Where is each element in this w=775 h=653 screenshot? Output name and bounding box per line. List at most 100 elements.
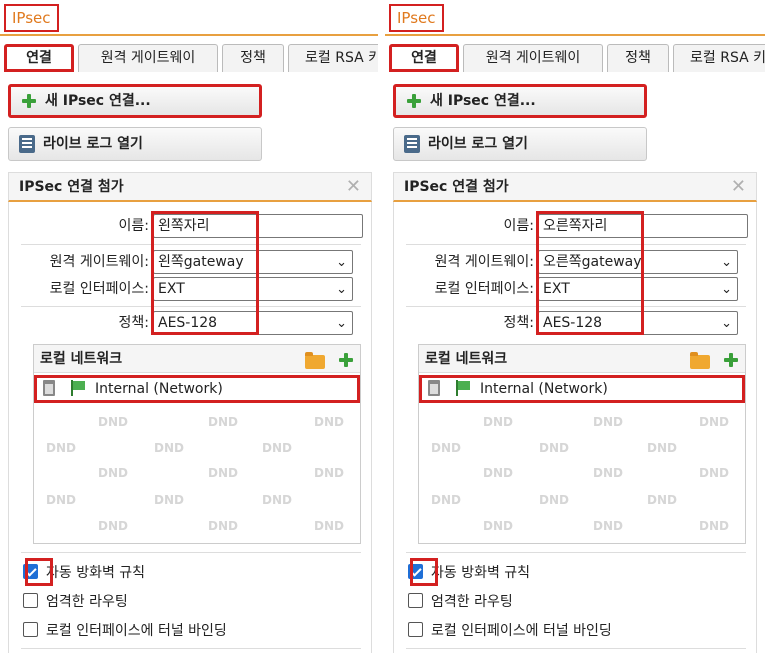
trash-icon[interactable] (43, 380, 55, 396)
tab-connections[interactable]: 연결 (389, 44, 459, 72)
dnd-placeholder: DND (539, 441, 569, 455)
plus-icon (21, 93, 37, 109)
drop-zone[interactable]: DND DND DND DND DND DND DND DND DND DND DND DND DND D… (419, 403, 745, 543)
dnd-placeholder: DND (208, 466, 238, 480)
local-network-tools (305, 350, 354, 378)
dnd-placeholder: DND (699, 415, 729, 429)
plus-icon[interactable] (723, 352, 739, 368)
tab-local-rsa-key[interactable]: 로컬 RSA 키 (288, 44, 378, 72)
title-bar: IPsec (385, 0, 765, 36)
open-live-log-button[interactable]: 라이브 로그 열기 (8, 127, 262, 161)
dnd-placeholder: DND (98, 415, 128, 429)
chevron-down-icon: ⌄ (721, 282, 732, 297)
strict-routing-label: 엄격한 라우팅 (46, 594, 128, 610)
close-icon[interactable]: ✕ (731, 173, 746, 201)
checkbox[interactable] (23, 622, 38, 637)
tunnel-binding-label: 로컬 인터페이스에 터널 바인딩 (431, 623, 612, 639)
dnd-placeholder: DND (539, 493, 569, 507)
dnd-placeholder: DND (314, 466, 344, 480)
local-network-item-label: Internal (Network) (95, 381, 223, 397)
dnd-placeholder: DND (593, 519, 623, 533)
checkbox[interactable] (408, 593, 423, 608)
highlight-box (410, 558, 438, 586)
strict-routing-label: 엄격한 라우팅 (431, 594, 513, 610)
drop-zone[interactable]: DND DND DND DND DND DND DND DND DND DND DND DND DND D… (34, 403, 360, 543)
dnd-placeholder: DND (98, 519, 128, 533)
tab-remote-gateway[interactable]: 원격 게이트웨이 (463, 44, 603, 72)
auto-firewall-rule-label: 자동 방화벽 규칙 (431, 565, 531, 581)
dnd-placeholder: DND (699, 466, 729, 480)
tab-local-rsa-key[interactable]: 로컬 RSA 키 (673, 44, 765, 72)
dnd-placeholder: DND (262, 493, 292, 507)
chevron-down-icon: ⌄ (336, 255, 347, 270)
dnd-placeholder: DND (208, 519, 238, 533)
divider (406, 648, 746, 649)
section-header: IPSec 연결 첨가 ✕ (393, 172, 757, 202)
log-icon (404, 135, 420, 153)
tunnel-binding-label: 로컬 인터페이스에 터널 바인딩 (46, 623, 227, 639)
local-network-item[interactable]: Internal (Network) (419, 375, 745, 403)
name-label: 이름: (503, 218, 534, 234)
dnd-placeholder: DND (262, 441, 292, 455)
open-live-log-button[interactable]: 라이브 로그 열기 (393, 127, 647, 161)
plus-icon[interactable] (338, 352, 354, 368)
title-bar: IPsec (0, 0, 378, 36)
local-network-item-label: Internal (Network) (480, 381, 608, 397)
chevron-down-icon: ⌄ (721, 255, 732, 270)
local-interface-label: 로컬 인터페이스: (434, 281, 534, 297)
dnd-placeholder: DND (314, 519, 344, 533)
dnd-placeholder: DND (154, 493, 184, 507)
dnd-placeholder: DND (431, 441, 461, 455)
local-interface-label: 로컬 인터페이스: (49, 281, 149, 297)
strict-routing-checkbox[interactable]: 엄격한 라우팅 (23, 590, 128, 614)
close-icon[interactable]: ✕ (346, 173, 361, 201)
section-title: IPSec 연결 첨가 (19, 179, 124, 195)
chevron-down-icon: ⌄ (721, 316, 732, 331)
local-network-item[interactable]: Internal (Network) (34, 375, 360, 403)
folder-icon[interactable] (305, 352, 326, 369)
tab-bar: 연결 원격 게이트웨이 정책 로컬 RSA 키 (389, 44, 765, 74)
dnd-placeholder: DND (314, 415, 344, 429)
connection-form: 이름: 오른쪽자리 원격 게이트웨이: 오른쪽gateway ⌄ 로컬 인터페이… (393, 202, 757, 653)
plus-icon (406, 93, 422, 109)
tunnel-binding-checkbox[interactable]: 로컬 인터페이스에 터널 바인딩 (408, 619, 612, 643)
flag-icon (71, 380, 85, 396)
new-button-label: 새 IPsec 연결... (430, 93, 536, 109)
trash-icon[interactable] (428, 380, 440, 396)
folder-icon[interactable] (690, 352, 711, 369)
flag-icon (456, 380, 470, 396)
section-header: IPSec 연결 첨가 ✕ (8, 172, 372, 202)
tab-policy[interactable]: 정책 (607, 44, 669, 72)
ipsec-panel-left: IPsec 연결 원격 게이트웨이 정책 로컬 RSA 키 새 IPsec 연결… (0, 0, 378, 653)
auto-firewall-rule-label: 자동 방화벽 규칙 (46, 565, 146, 581)
dnd-placeholder: DND (593, 466, 623, 480)
local-network-header: 로컬 네트워크 (34, 345, 360, 373)
new-ipsec-connection-button[interactable]: 새 IPsec 연결... (393, 84, 647, 118)
divider (21, 552, 361, 553)
new-ipsec-connection-button[interactable]: 새 IPsec 연결... (8, 84, 262, 118)
policy-label: 정책: (503, 315, 534, 331)
section-title: IPSec 연결 첨가 (404, 179, 509, 195)
checkbox[interactable] (23, 593, 38, 608)
dnd-placeholder: DND (647, 493, 677, 507)
log-button-label: 라이브 로그 열기 (428, 136, 528, 152)
name-label: 이름: (118, 218, 149, 234)
tab-policy[interactable]: 정책 (222, 44, 284, 72)
chevron-down-icon: ⌄ (336, 316, 347, 331)
connection-form: 이름: 왼쪽자리 원격 게이트웨이: 왼쪽gateway ⌄ 로컬 인터페이스:… (8, 202, 372, 653)
remote-gateway-label: 원격 게이트웨이: (434, 254, 534, 270)
tab-remote-gateway[interactable]: 원격 게이트웨이 (78, 44, 218, 72)
highlight-box (25, 558, 53, 586)
dnd-placeholder: DND (431, 493, 461, 507)
local-network-title: 로컬 네트워크 (425, 351, 508, 367)
strict-routing-checkbox[interactable]: 엄격한 라우팅 (408, 590, 513, 614)
dnd-placeholder: DND (208, 415, 238, 429)
tunnel-binding-checkbox[interactable]: 로컬 인터페이스에 터널 바인딩 (23, 619, 227, 643)
new-button-label: 새 IPsec 연결... (45, 93, 151, 109)
local-network-header: 로컬 네트워크 (419, 345, 745, 373)
checkbox[interactable] (408, 622, 423, 637)
divider (21, 648, 361, 649)
remote-gateway-label: 원격 게이트웨이: (49, 254, 149, 270)
dnd-placeholder: DND (46, 441, 76, 455)
tab-connections[interactable]: 연결 (4, 44, 74, 72)
